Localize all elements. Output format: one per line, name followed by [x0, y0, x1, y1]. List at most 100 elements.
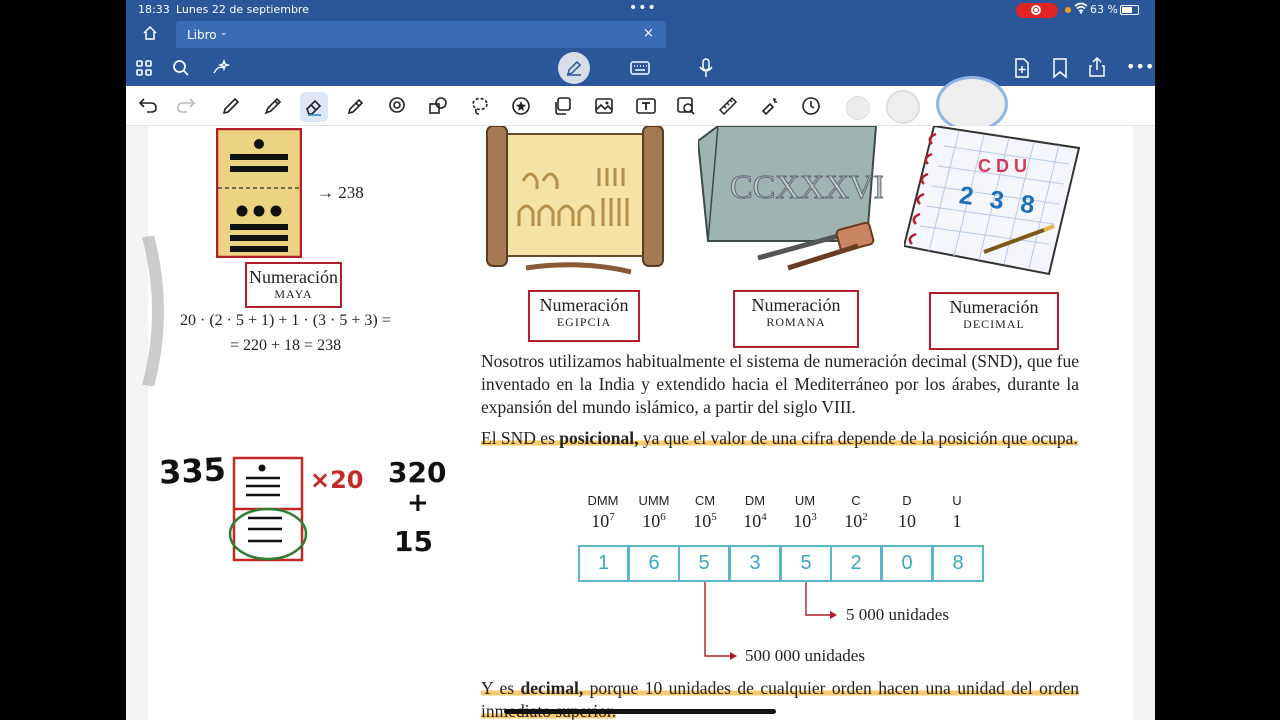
roman-label-sub: ROMANA: [766, 315, 826, 329]
eraser-icon[interactable]: [304, 96, 324, 120]
more-icon[interactable]: •••: [1126, 59, 1154, 75]
status-bar: 18:33 Lunes 22 de septiembre ••• 63 %: [126, 0, 1155, 20]
battery-percent: 63 %: [1090, 3, 1118, 16]
power-base: 10: [844, 511, 863, 531]
home-icon[interactable]: [142, 25, 158, 45]
egyptian-label-sub: EGIPCIA: [556, 315, 612, 329]
decimal-label-main: Numeración: [949, 297, 1039, 317]
image-icon[interactable]: [594, 96, 614, 120]
place-power: 102: [830, 511, 882, 532]
place-power: 1: [931, 511, 983, 532]
handwritten-times-20: ×20: [310, 466, 364, 494]
digit-cell: 2: [831, 545, 882, 582]
handwritten-plus: +: [407, 488, 429, 518]
sparkle-icon[interactable]: [212, 58, 231, 81]
home-indicator[interactable]: [504, 709, 776, 714]
maya-result: → 238: [317, 183, 364, 202]
place-label: CM: [694, 493, 716, 508]
callout-500000: 500 000 unidades: [745, 646, 865, 665]
add-page-icon[interactable]: [1013, 58, 1031, 82]
grid-icon[interactable]: [135, 59, 153, 81]
place-label: UM: [794, 493, 816, 508]
page-curl-shadow: [142, 236, 164, 386]
roman-stone-illustration: CCXXXVIII: [698, 126, 883, 271]
laser-pointer-icon[interactable]: [760, 96, 780, 120]
place-label: C: [851, 493, 861, 508]
power-base: 10: [898, 511, 916, 531]
tab-title: Libro: [187, 28, 217, 42]
timer-icon[interactable]: [801, 96, 821, 120]
digit-cell: 5: [781, 545, 832, 582]
egyptian-scroll-illustration: [486, 126, 664, 275]
page-left-margin: [126, 126, 148, 720]
roman-carving: CCXXXVIII: [730, 169, 883, 206]
tab-bar: Libro ⌄ ×: [126, 20, 1155, 48]
screen-record-icon[interactable]: [1016, 3, 1058, 18]
decimal-label-box: Numeración DECIMAL: [929, 292, 1059, 350]
document-tab[interactable]: Libro ⌄ ×: [176, 21, 666, 48]
maya-label-sub: MAYA: [274, 287, 313, 301]
handwritten-15: 15: [394, 525, 433, 558]
bookmark-icon[interactable]: [1052, 58, 1068, 82]
microphone-icon[interactable]: [698, 58, 714, 82]
status-time: 18:33: [138, 3, 170, 16]
digit-cell: 0: [882, 545, 933, 582]
app-screen: 18:33 Lunes 22 de septiembre ••• 63 % Li…: [126, 0, 1155, 720]
lasso-icon[interactable]: [387, 96, 407, 120]
text-icon[interactable]: [636, 96, 656, 120]
drawing-toolbar: [126, 76, 1155, 132]
color-swatch-light[interactable]: [846, 96, 870, 120]
power-base: 10: [591, 511, 610, 531]
place-label: U: [952, 493, 962, 508]
maya-numeral-glyph: [216, 128, 302, 258]
pen-mode-icon[interactable]: [558, 52, 590, 84]
mic-indicator-icon: [1065, 7, 1071, 13]
highlighter-icon[interactable]: [346, 96, 366, 120]
handwritten-335: 335: [158, 450, 227, 492]
power-base: 10: [642, 511, 661, 531]
chevron-down-icon[interactable]: ⌄: [220, 28, 228, 38]
digit-cell: 5: [679, 545, 730, 582]
color-swatch-white[interactable]: [886, 90, 920, 124]
maya-label-main: Numeración: [249, 267, 338, 287]
decimal-cdu-heading: C D U: [978, 156, 1027, 176]
undo-icon[interactable]: [138, 96, 158, 118]
egyptian-label-box: Numeración EGIPCIA: [528, 290, 640, 342]
power-exponent: 3: [811, 511, 817, 523]
search-icon[interactable]: [172, 59, 190, 81]
pen-icon[interactable]: [263, 96, 283, 120]
shapes-icon[interactable]: [428, 96, 448, 120]
callout-5000: 5 000 unidades: [846, 605, 949, 624]
paragraph-positional: El SND es posicional, ya que el valor de…: [481, 427, 1079, 450]
lasso-select-icon[interactable]: [470, 96, 490, 120]
place-power: 106: [628, 511, 680, 532]
decimal-text-a: Y es: [481, 678, 521, 698]
positional-text-c: ya que el valor de una cifra depende de …: [638, 428, 1078, 448]
decimal-keyword: decimal,: [520, 678, 584, 698]
place-label: DMM: [587, 493, 619, 508]
power-exponent: 4: [761, 511, 767, 523]
keyboard-icon[interactable]: [630, 60, 650, 80]
place-power: 10: [881, 511, 933, 532]
paragraph-intro: Nosotros utilizamos habitualmente el sis…: [481, 351, 1079, 417]
status-date: Lunes 22 de septiembre: [176, 3, 309, 16]
color-swatch-selected[interactable]: [936, 76, 1008, 132]
digit-cell: 8: [933, 545, 984, 582]
image-search-icon[interactable]: [676, 96, 696, 120]
maya-formula-line2: = 220 + 18 = 238: [230, 337, 342, 354]
redo-icon[interactable]: [176, 96, 196, 118]
ruler-icon[interactable]: [718, 96, 738, 120]
place-power: 105: [679, 511, 731, 532]
document-page[interactable]: → 238 Numeración MAYA 20 · (2 · 5 + 1) +…: [126, 126, 1155, 720]
power-base: 1: [952, 511, 962, 531]
sticker-icon[interactable]: [511, 96, 531, 120]
digit-cell: 1: [578, 545, 629, 582]
pencil-icon[interactable]: [221, 96, 241, 120]
share-icon[interactable]: [1088, 56, 1106, 81]
copy-icon[interactable]: [552, 96, 572, 120]
place-power: 104: [729, 511, 781, 532]
close-tab-icon[interactable]: ×: [643, 26, 654, 41]
multitask-dots-icon[interactable]: •••: [629, 0, 657, 16]
main-toolbar: •••: [126, 48, 1155, 86]
digit-cell: 6: [629, 545, 680, 582]
